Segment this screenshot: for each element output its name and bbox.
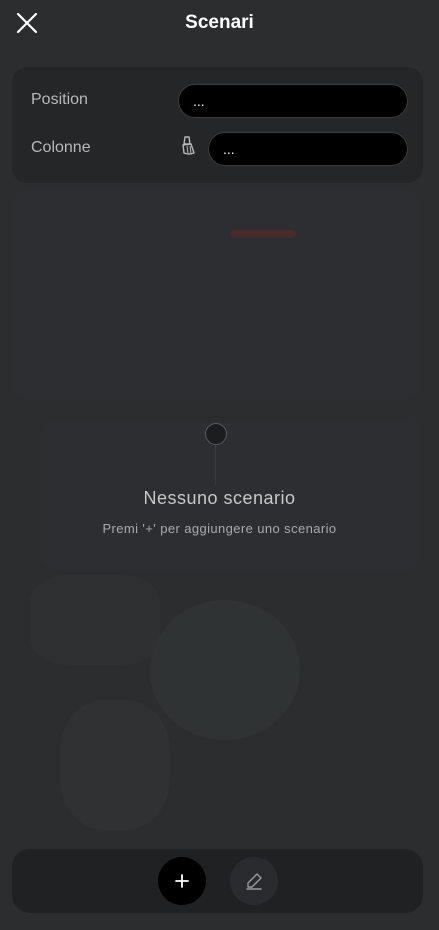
background-shape [150, 600, 300, 740]
brush-button[interactable] [178, 133, 200, 159]
settings-card: Position ... Colonne ... [12, 67, 423, 183]
background-accent [230, 230, 296, 238]
background-shape [60, 700, 170, 830]
columns-label: Colonne [31, 139, 91, 156]
background-shape [30, 575, 160, 665]
position-field[interactable]: ... [178, 84, 408, 118]
divider [215, 445, 216, 485]
columns-field[interactable]: ... [208, 132, 408, 166]
position-row: Position ... [12, 81, 423, 121]
page-title: Scenari [185, 12, 254, 33]
loading-indicator [205, 423, 227, 445]
columns-row: Colonne ... [12, 129, 423, 169]
background-card [12, 190, 420, 400]
brush-icon [182, 136, 195, 155]
position-label: Position [31, 91, 88, 108]
bottom-toolbar [12, 849, 423, 913]
plus-icon [175, 874, 189, 888]
header: Scenari [0, 0, 439, 46]
empty-state-subtitle: Premi '+' per aggiungere uno scenario [102, 521, 337, 536]
edit-button[interactable] [230, 857, 278, 905]
add-scenario-button[interactable] [158, 857, 206, 905]
empty-state-title: Nessuno scenario [143, 488, 296, 508]
pencil-icon [246, 873, 262, 890]
